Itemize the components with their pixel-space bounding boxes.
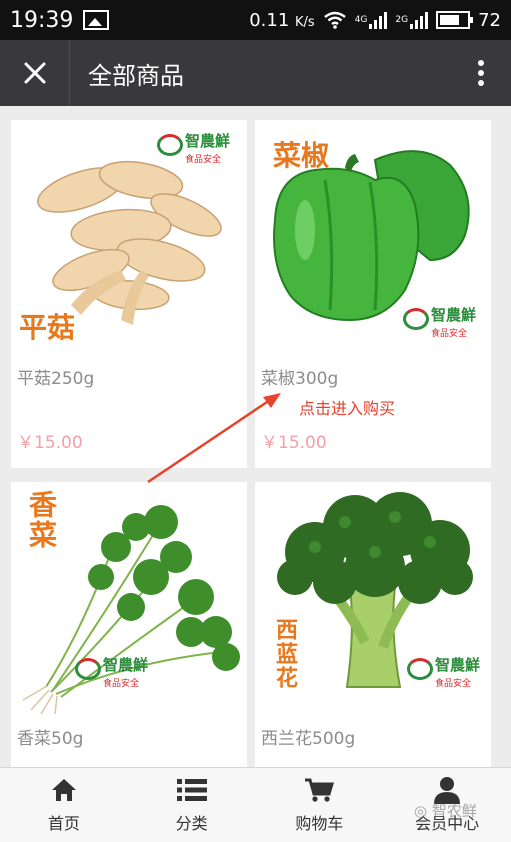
product-tag: 香菜 bbox=[25, 490, 58, 550]
home-icon bbox=[51, 779, 76, 801]
product-image: 香菜 智農鮮 食品安全 bbox=[11, 482, 247, 714]
product-name: 西兰花500g bbox=[261, 729, 356, 749]
clock: 19:39 bbox=[10, 7, 74, 33]
header-bar: 全部商品 bbox=[0, 40, 511, 106]
status-bar: 19:39 0.11 K/s 4G 2G 72 bbox=[0, 0, 511, 40]
close-button[interactable] bbox=[0, 40, 70, 106]
tab-category[interactable]: 分类 bbox=[128, 768, 256, 842]
image-notification-icon bbox=[83, 10, 110, 30]
cart-icon bbox=[305, 778, 335, 802]
more-menu-button[interactable] bbox=[451, 40, 511, 106]
close-icon bbox=[24, 62, 45, 84]
product-name: 菜椒300g bbox=[261, 369, 339, 389]
list-icon bbox=[176, 779, 207, 801]
brand-logo: 智農鮮 食品安全 bbox=[403, 304, 483, 344]
tab-label: 购物车 bbox=[295, 814, 344, 833]
product-price: ￥15.00 bbox=[261, 433, 327, 453]
wifi-icon bbox=[323, 11, 346, 29]
product-image: 西蓝花 智農鮮 食品安全 bbox=[255, 482, 491, 714]
page-title: 全部商品 bbox=[88, 61, 184, 90]
product-card-coriander[interactable]: 香菜 智農鮮 食品安全 香菜50g bbox=[11, 482, 247, 767]
annotation-hint: 点击进入购买 bbox=[299, 399, 396, 418]
battery-icon bbox=[436, 11, 474, 29]
signal-2g-icon: 2G bbox=[395, 11, 429, 29]
product-card-oyster-mushroom[interactable]: 平菇 智農鮮 食品安全 平菇250g ￥15.00 bbox=[11, 120, 247, 468]
tab-label: 分类 bbox=[175, 814, 208, 833]
product-name: 香菜50g bbox=[17, 729, 84, 749]
product-grid: 平菇 智農鮮 食品安全 平菇250g ￥15.00 菜椒 智農鮮 食品安全 菜椒… bbox=[0, 106, 511, 767]
tab-label: 首页 bbox=[47, 814, 80, 833]
product-card-broccoli[interactable]: 西蓝花 智農鮮 食品安全 西兰花500g bbox=[255, 482, 491, 767]
brand-logo: 智農鮮 食品安全 bbox=[75, 654, 155, 694]
wechat-watermark: ◎ 智农鲜 bbox=[414, 802, 477, 820]
product-tag: 西蓝花 bbox=[272, 618, 298, 690]
network-speed: 0.11 K/s bbox=[249, 9, 315, 31]
product-tag: 平菇 bbox=[19, 311, 76, 344]
product-name: 平菇250g bbox=[17, 369, 95, 389]
brand-logo: 智農鮮 食品安全 bbox=[157, 130, 237, 170]
product-image: 菜椒 智農鮮 食品安全 bbox=[255, 120, 491, 352]
product-tag: 菜椒 bbox=[273, 139, 330, 172]
signal-4g-icon: 4G bbox=[355, 11, 388, 29]
product-price: ￥15.00 bbox=[17, 433, 83, 453]
brand-logo: 智農鮮 食品安全 bbox=[407, 654, 487, 694]
more-vertical-icon bbox=[478, 60, 484, 86]
tab-home[interactable]: 首页 bbox=[0, 768, 128, 842]
product-image: 平菇 智農鮮 食品安全 bbox=[11, 120, 247, 352]
battery-level: 72 bbox=[478, 9, 501, 31]
tab-cart[interactable]: 购物车 bbox=[256, 768, 384, 842]
